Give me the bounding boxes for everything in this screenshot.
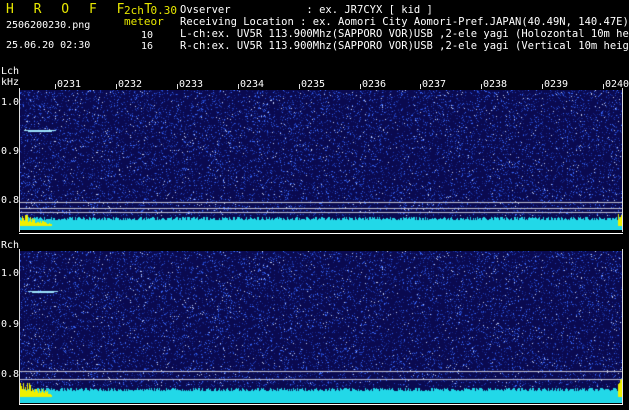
time-tick-label: 0234 (240, 79, 265, 90)
time-tick-label: 0237 (422, 79, 447, 90)
rch-info-line: R-ch:ex. UV5R 113.900Mhz(SAPPORO VOR)USB… (180, 40, 629, 52)
time-tick-label: 0236 (362, 79, 387, 90)
lch-info-line: L-ch:ex. UV5R 113.900Mhz(SAPPORO VOR)USB… (180, 28, 629, 40)
lch-ylabel-3: 0.8 (1, 195, 20, 206)
time-tick-label: 0238 (483, 79, 508, 90)
lch-unit-label: kHz (1, 77, 20, 88)
meteor-label: meteor (124, 15, 164, 28)
lch-spectrogram (20, 90, 622, 230)
lch-spectrogram-canvas (20, 90, 622, 230)
time-tick-mark (116, 84, 117, 89)
time-tick-mark (603, 84, 604, 89)
lch-label: Lch (1, 66, 20, 77)
meteor-count-lch: 10 (141, 30, 154, 41)
rch-ylabel-1: 1.0 (1, 268, 20, 279)
rch-right-axis (622, 249, 623, 405)
time-tick-label: 0235 (301, 79, 326, 90)
rch-spectrogram (20, 251, 622, 403)
time-tick-mark (299, 84, 300, 89)
rch-spectrogram-canvas (20, 251, 622, 403)
lch-ylabel-1: 1.0 (1, 97, 20, 108)
time-tick-label: 0239 (544, 79, 569, 90)
observer-line: Ovserver : ex. JR7CYX [ kid ] (180, 4, 433, 16)
location-line: Receiving Location : ex. Aomori City Aom… (180, 16, 629, 28)
date-time: 25.06.20 02:30 (6, 40, 91, 51)
time-tick-mark (55, 84, 56, 89)
lch-ylabel-2: 0.9 (1, 146, 20, 157)
bottom-axis (19, 404, 623, 405)
rch-label: Rch (1, 240, 20, 251)
time-tick-mark (542, 84, 543, 89)
time-tick-mark (360, 84, 361, 89)
file-name: 2506200230.png (6, 20, 91, 31)
rch-ylabel-3: 0.8 (1, 369, 20, 380)
time-tick-mark (420, 84, 421, 89)
lch-left-axis (19, 88, 20, 232)
rch-left-axis (19, 249, 20, 405)
channel-divider (19, 233, 623, 234)
time-tick-label: 0232 (118, 79, 143, 90)
time-tick-label: 0233 (179, 79, 204, 90)
time-tick-mark (177, 84, 178, 89)
rch-ylabel-2: 0.9 (1, 319, 20, 330)
time-tick-label: 0240 (605, 79, 629, 90)
time-tick-label: 0231 (57, 79, 82, 90)
time-tick-mark (481, 84, 482, 89)
time-tick-mark (238, 84, 239, 89)
lch-right-axis (622, 88, 623, 232)
meteor-count-rch: 16 (141, 41, 154, 52)
